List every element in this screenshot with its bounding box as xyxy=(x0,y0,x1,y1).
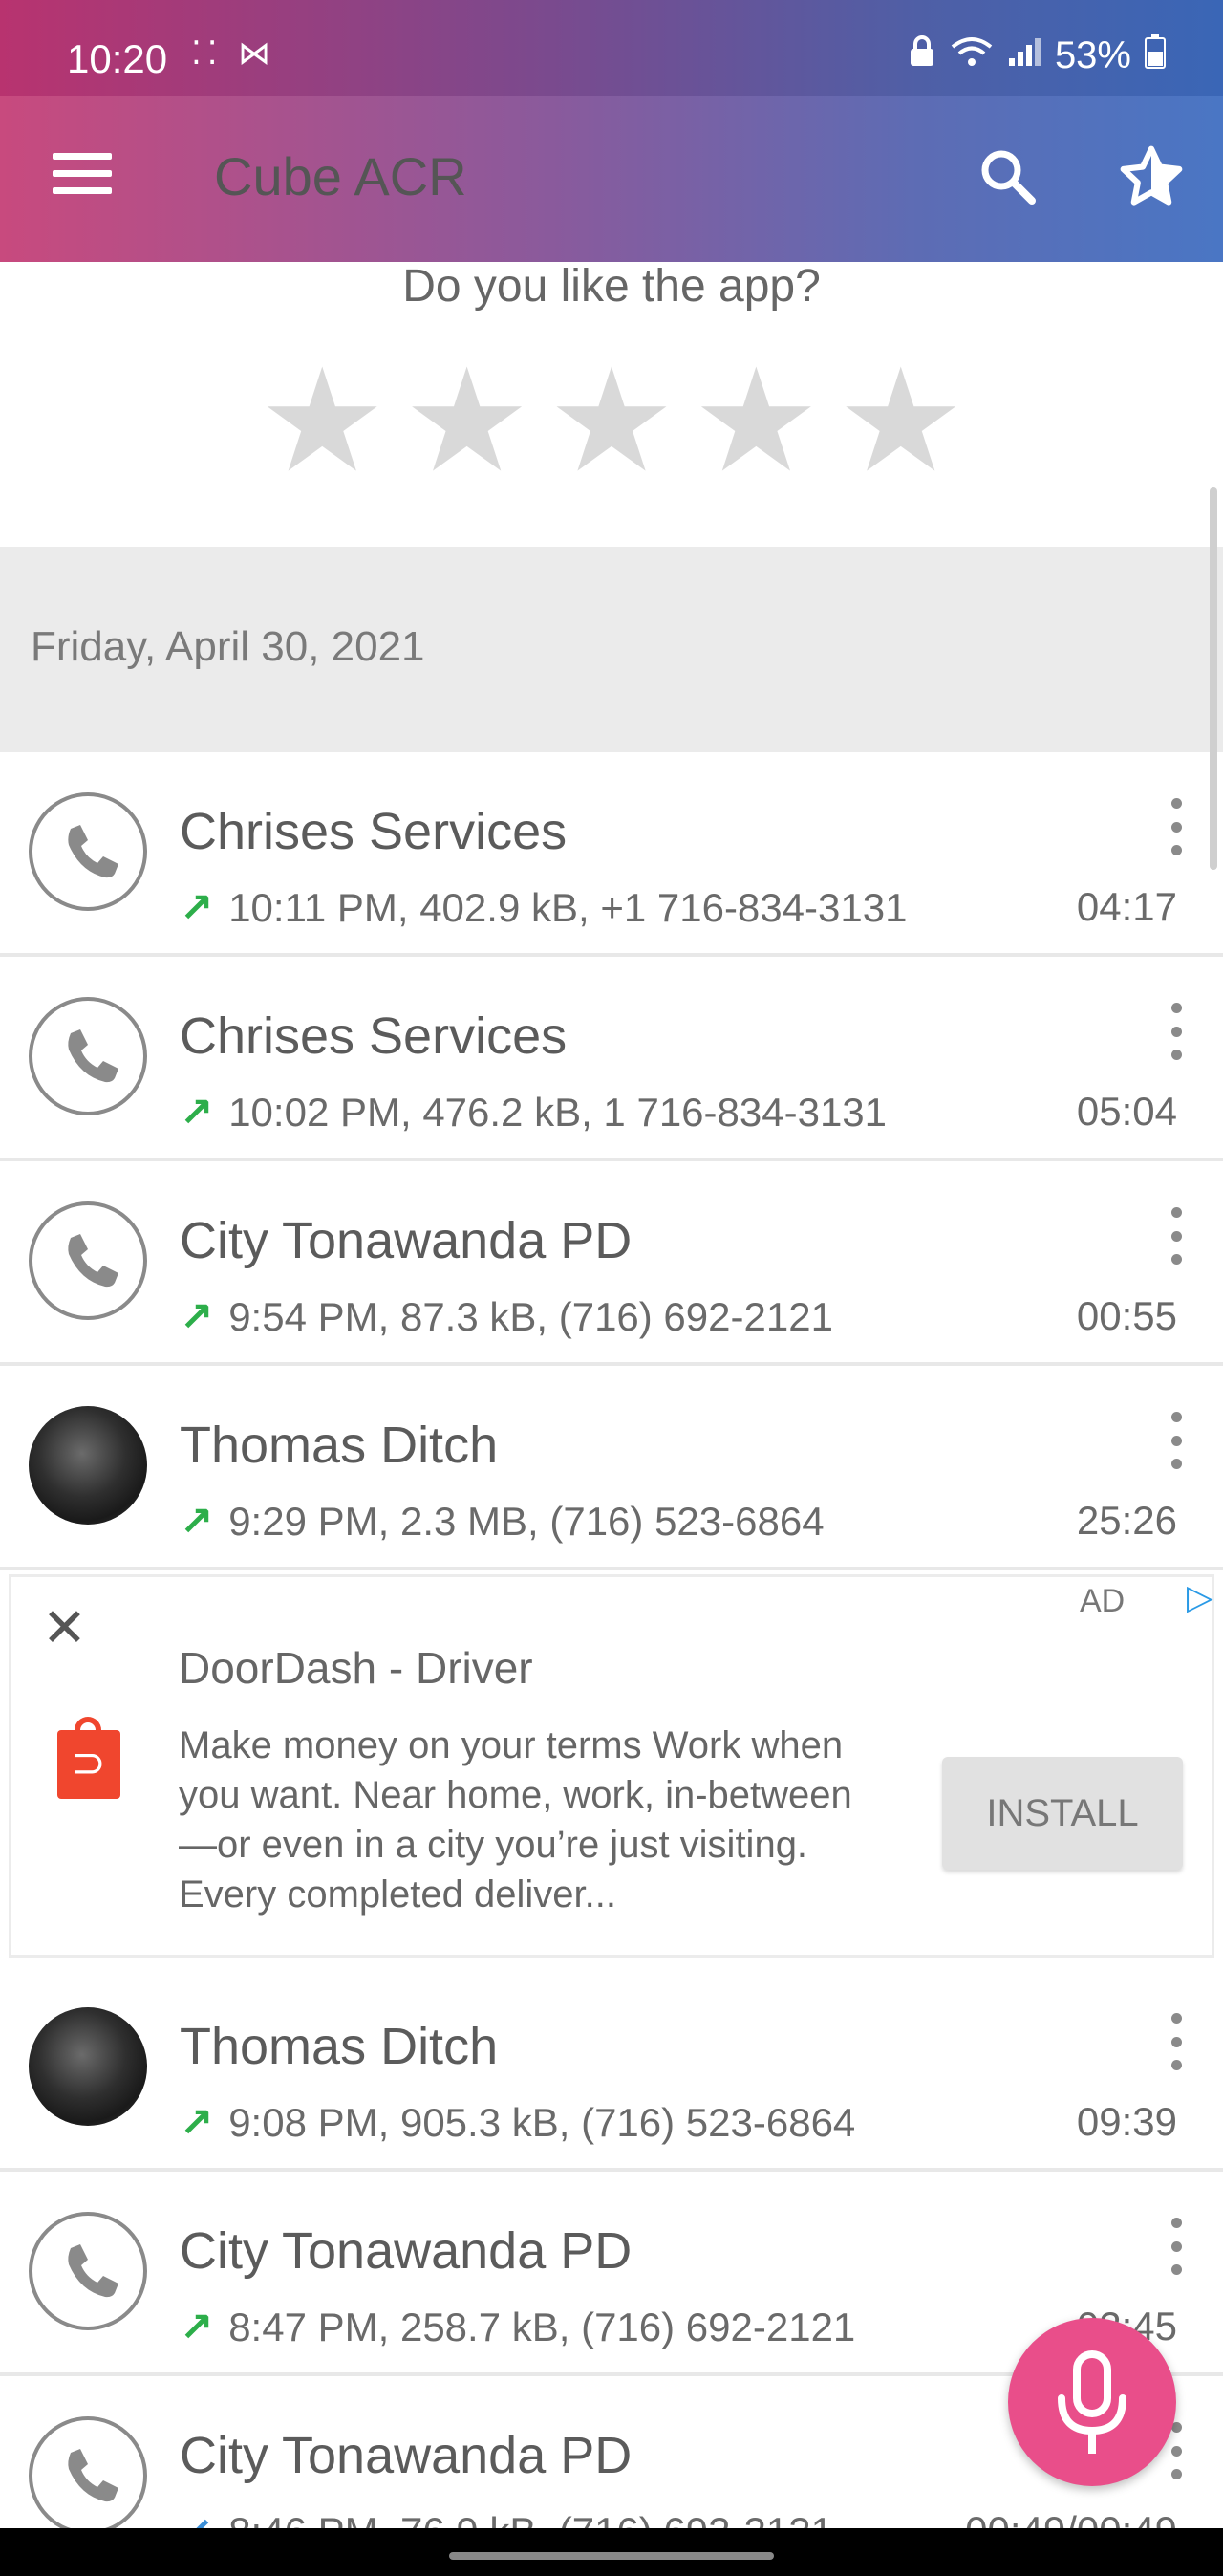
call-duration: 09:39 xyxy=(1076,2099,1177,2144)
call-meta: 10:02 PM, 476.2 kB, 1 716-834-3131 xyxy=(228,1090,888,1135)
call-row[interactable]: Thomas Ditch ↗ 9:08 PM, 905.3 kB, (716) 5… xyxy=(0,1967,1223,2172)
call-duration: 04:17 xyxy=(1076,884,1177,929)
status-bar: 10:20 ⁚⁚ ⋈ 53% xyxy=(0,0,1223,96)
ad-choices-icon[interactable]: ▷ xyxy=(1187,1577,1213,1617)
call-duration: 25:26 xyxy=(1076,1498,1177,1543)
call-meta: 10:11 PM, 402.9 kB, +1 716-834-3131 xyxy=(228,885,908,930)
battery-level: 53% xyxy=(1054,34,1131,76)
call-details: ↗ 10:02 PM, 476.2 kB, 1 716-834-3131 xyxy=(180,1089,887,1136)
call-row[interactable]: Thomas Ditch ↗ 9:29 PM, 2.3 MB, (716) 523… xyxy=(0,1366,1223,1570)
outgoing-call-icon: ↗ xyxy=(180,885,214,930)
search-icon[interactable] xyxy=(975,143,1041,210)
ad-label: AD xyxy=(1080,1583,1126,1619)
call-details: ↗ 10:11 PM, 402.9 kB, +1 716-834-3131 xyxy=(180,884,907,931)
call-contact-name: City Tonawanda PD xyxy=(180,1212,633,1269)
app-title: Cube ACR xyxy=(214,146,467,206)
call-row[interactable]: City Tonawanda PD ↗ 9:54 PM, 87.3 kB, (71… xyxy=(0,1161,1223,1366)
call-contact-name: City Tonawanda PD xyxy=(180,2222,633,2280)
rating-star-4[interactable]: ★ xyxy=(692,349,820,492)
signal-icon xyxy=(1007,35,1041,76)
call-contact-name: Chrises Services xyxy=(180,1007,568,1065)
call-contact-name: Thomas Ditch xyxy=(180,1417,499,1474)
call-meta: 8:47 PM, 258.7 kB, (716) 692-2121 xyxy=(228,2305,856,2349)
lock-icon xyxy=(908,35,936,76)
ad-title: DoorDash - Driver xyxy=(179,1643,533,1693)
status-time: 10:20 xyxy=(67,36,168,81)
call-details: ↗ 9:54 PM, 87.3 kB, (716) 692-2121 xyxy=(180,1293,833,1340)
scrollbar[interactable] xyxy=(1210,487,1217,870)
contact-avatar xyxy=(29,2007,147,2126)
call-meta: 9:29 PM, 2.3 MB, (716) 523-6864 xyxy=(228,1499,825,1544)
battery-icon xyxy=(1145,34,1166,77)
outgoing-call-icon: ↗ xyxy=(180,2100,214,2145)
call-details: ↗ 8:47 PM, 258.7 kB, (716) 692-2121 xyxy=(180,2304,855,2350)
more-vert-icon[interactable] xyxy=(1171,1207,1183,1265)
call-meta: 9:54 PM, 87.3 kB, (716) 692-2121 xyxy=(228,1294,833,1339)
phone-icon xyxy=(29,1201,147,1320)
call-details: ↗ 9:08 PM, 905.3 kB, (716) 523-6864 xyxy=(180,2099,855,2146)
date-header-text: Friday, April 30, 2021 xyxy=(31,623,425,670)
more-vert-icon[interactable] xyxy=(1171,1003,1183,1060)
phone-icon xyxy=(29,2416,147,2535)
wifi-icon xyxy=(950,35,994,76)
more-vert-icon[interactable] xyxy=(1171,1412,1183,1469)
outgoing-call-icon: ↗ xyxy=(180,1499,214,1544)
menu-icon[interactable] xyxy=(53,153,112,197)
rating-star-5[interactable]: ★ xyxy=(837,349,965,492)
rating-star-3[interactable]: ★ xyxy=(547,349,676,492)
date-header: Friday, April 30, 2021 xyxy=(0,547,1223,752)
rating-prompt: Do you like the app? xyxy=(402,261,821,312)
contact-avatar xyxy=(29,1406,147,1525)
call-row[interactable]: Chrises Services ↗ 10:02 PM, 476.2 kB, 1 … xyxy=(0,957,1223,1161)
doordash-logo-icon xyxy=(57,1717,120,1799)
home-gesture-handle[interactable] xyxy=(449,2552,774,2560)
outgoing-call-icon: ↗ xyxy=(180,1294,214,1339)
phone-icon xyxy=(29,792,147,911)
call-contact-name: Chrises Services xyxy=(180,803,568,860)
status-right: 53% xyxy=(908,34,1166,77)
install-button[interactable]: INSTALL xyxy=(942,1757,1183,1870)
rating-stars: ★ ★ ★ ★ ★ xyxy=(258,349,965,492)
rating-star-1[interactable]: ★ xyxy=(258,349,386,492)
star-icon[interactable] xyxy=(1116,141,1187,212)
call-contact-name: City Tonawanda PD xyxy=(180,2427,633,2484)
notification-icons: ⁚⁚ ⋈ xyxy=(191,35,277,72)
phone-icon xyxy=(29,2212,147,2330)
more-vert-icon[interactable] xyxy=(1171,798,1183,855)
call-duration: 00:55 xyxy=(1076,1293,1177,1338)
outgoing-call-icon: ↗ xyxy=(180,1090,214,1135)
ad-body: Make money on your terms Work when you w… xyxy=(179,1724,852,1916)
rating-star-2[interactable]: ★ xyxy=(402,349,530,492)
close-icon[interactable]: ✕ xyxy=(42,1596,87,1659)
call-contact-name: Thomas Ditch xyxy=(180,2018,499,2075)
mic-icon xyxy=(1058,2350,1126,2454)
more-vert-icon[interactable] xyxy=(1171,2013,1183,2070)
ad-card[interactable]: ✕ AD ▷ DoorDash - Driver Make money on y… xyxy=(11,1577,1213,1955)
call-details: ↗ 9:29 PM, 2.3 MB, (716) 523-6864 xyxy=(180,1498,825,1545)
more-vert-icon[interactable] xyxy=(1171,2218,1183,2275)
phone-icon xyxy=(29,997,147,1115)
record-mic-button[interactable] xyxy=(1008,2318,1176,2486)
outgoing-call-icon: ↗ xyxy=(180,2305,214,2349)
call-meta: 9:08 PM, 905.3 kB, (716) 523-6864 xyxy=(228,2100,856,2145)
call-duration: 05:04 xyxy=(1076,1089,1177,1134)
call-row[interactable]: Chrises Services ↗ 10:11 PM, 402.9 kB, +1… xyxy=(0,752,1223,957)
